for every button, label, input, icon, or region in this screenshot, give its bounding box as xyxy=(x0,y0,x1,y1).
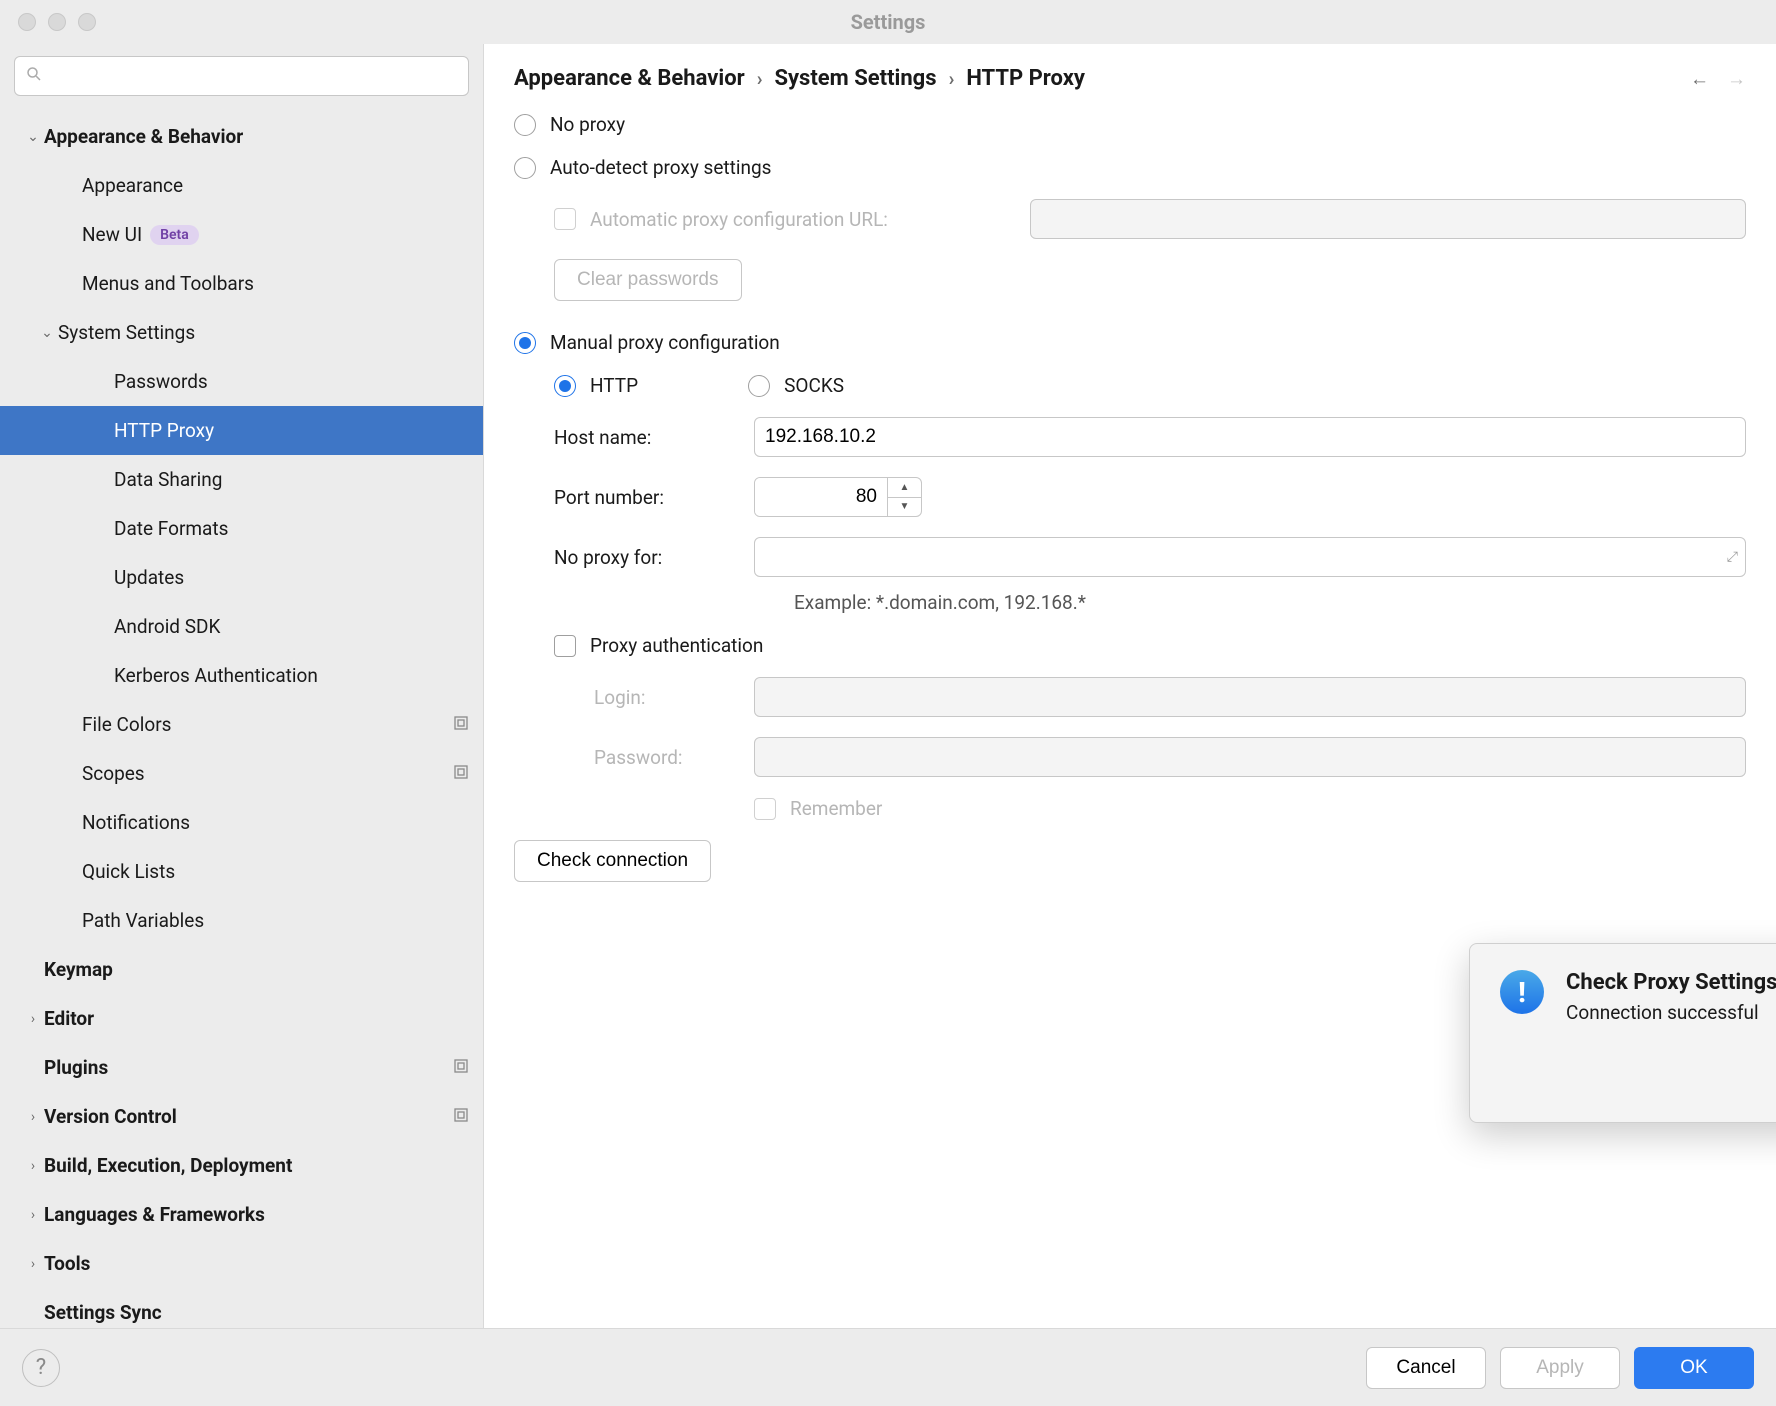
chevron-right-icon: › xyxy=(22,1207,44,1223)
chevron-down-icon: ⌄ xyxy=(36,325,58,341)
step-up-icon[interactable]: ▲ xyxy=(888,478,921,498)
tree-kerberos[interactable]: Kerberos Authentication xyxy=(0,651,483,700)
tree-settings-sync[interactable]: Settings Sync xyxy=(0,1288,483,1328)
tree-appearance-behavior[interactable]: ⌄Appearance & Behavior xyxy=(0,112,483,161)
password-label: Password: xyxy=(594,746,754,769)
tree-languages[interactable]: ›Languages & Frameworks xyxy=(0,1190,483,1239)
apply-button: Apply xyxy=(1500,1347,1620,1389)
check-proxy-auth[interactable]: Proxy authentication xyxy=(554,634,1746,657)
tree-data-sharing[interactable]: Data Sharing xyxy=(0,455,483,504)
tree-scopes[interactable]: Scopes xyxy=(0,749,483,798)
settings-window: Settings ⌄Appearance & Behavior Appearan… xyxy=(0,0,1776,1406)
tree-path-variables[interactable]: Path Variables xyxy=(0,896,483,945)
noproxy-label: No proxy for: xyxy=(554,546,754,569)
tree-notifications[interactable]: Notifications xyxy=(0,798,483,847)
radio-auto-detect[interactable]: Auto-detect proxy settings xyxy=(514,156,1746,179)
settings-tree: ⌄Appearance & Behavior Appearance New UI… xyxy=(0,104,483,1328)
breadcrumb: Appearance & Behavior › System Settings … xyxy=(484,44,1776,111)
project-config-icon xyxy=(453,1107,469,1127)
tree-new-ui[interactable]: New UIBeta xyxy=(0,210,483,259)
step-down-icon[interactable]: ▼ xyxy=(888,498,921,517)
titlebar: Settings xyxy=(0,0,1776,44)
chevron-right-icon: › xyxy=(22,1158,44,1174)
port-label: Port number: xyxy=(554,486,754,509)
check-remember: Remember xyxy=(754,797,1746,820)
window-title: Settings xyxy=(0,10,1776,34)
dialog-message: Connection successful xyxy=(1566,1001,1776,1024)
noproxy-field[interactable] xyxy=(754,537,1746,577)
tree-date-formats[interactable]: Date Formats xyxy=(0,504,483,553)
tree-updates[interactable]: Updates xyxy=(0,553,483,602)
info-icon: ! xyxy=(1500,970,1544,1014)
auto-url-field xyxy=(1030,199,1746,239)
login-label: Login: xyxy=(594,686,754,709)
project-config-icon xyxy=(453,1058,469,1078)
help-button[interactable]: ? xyxy=(22,1349,60,1387)
crumb-1[interactable]: Appearance & Behavior xyxy=(514,66,745,91)
port-stepper[interactable]: ▲▼ xyxy=(754,477,922,517)
chevron-right-icon: › xyxy=(949,67,955,90)
host-field[interactable] xyxy=(754,417,1746,457)
search-input[interactable] xyxy=(14,56,469,96)
chevron-down-icon: ⌄ xyxy=(22,129,44,145)
tree-build[interactable]: ›Build, Execution, Deployment xyxy=(0,1141,483,1190)
radio-http[interactable]: HTTP xyxy=(554,374,638,397)
proxy-settings: No proxy Auto-detect proxy settings Auto… xyxy=(484,111,1776,1328)
chevron-right-icon: › xyxy=(22,1011,44,1027)
tree-tools[interactable]: ›Tools xyxy=(0,1239,483,1288)
project-config-icon xyxy=(453,764,469,784)
chevron-right-icon: › xyxy=(757,67,763,90)
sidebar: ⌄Appearance & Behavior Appearance New UI… xyxy=(0,44,484,1328)
ok-button[interactable]: OK xyxy=(1634,1347,1754,1389)
tree-menus-toolbars[interactable]: Menus and Toolbars xyxy=(0,259,483,308)
tree-editor[interactable]: ›Editor xyxy=(0,994,483,1043)
tree-quick-lists[interactable]: Quick Lists xyxy=(0,847,483,896)
radio-manual[interactable]: Manual proxy configuration xyxy=(514,331,1746,354)
expand-icon[interactable]: ⤢ xyxy=(1727,549,1738,565)
example-text: Example: *.domain.com, 192.168.* xyxy=(794,591,1746,614)
chevron-right-icon: › xyxy=(22,1109,44,1125)
tree-keymap[interactable]: Keymap xyxy=(0,945,483,994)
tree-passwords[interactable]: Passwords xyxy=(0,357,483,406)
tree-file-colors[interactable]: File Colors xyxy=(0,700,483,749)
radio-socks[interactable]: SOCKS xyxy=(748,374,844,397)
host-label: Host name: xyxy=(554,426,754,449)
clear-passwords-button: Clear passwords xyxy=(554,259,742,301)
main-panel: Appearance & Behavior › System Settings … xyxy=(484,44,1776,1328)
dialog-title: Check Proxy Settings xyxy=(1566,970,1776,995)
tree-version-control[interactable]: ›Version Control xyxy=(0,1092,483,1141)
back-icon[interactable]: ← xyxy=(1690,67,1709,91)
project-config-icon xyxy=(453,715,469,735)
crumb-2[interactable]: System Settings xyxy=(774,66,936,91)
chevron-right-icon: › xyxy=(22,1256,44,1272)
search-icon xyxy=(25,65,43,88)
crumb-3: HTTP Proxy xyxy=(966,66,1085,91)
beta-badge: Beta xyxy=(150,225,199,245)
port-field[interactable] xyxy=(755,478,887,516)
search-field[interactable] xyxy=(49,65,458,88)
tree-http-proxy[interactable]: HTTP Proxy xyxy=(0,406,483,455)
password-field xyxy=(754,737,1746,777)
radio-no-proxy[interactable]: No proxy xyxy=(514,113,1746,136)
tree-appearance[interactable]: Appearance xyxy=(0,161,483,210)
tree-plugins[interactable]: Plugins xyxy=(0,1043,483,1092)
cancel-button[interactable]: Cancel xyxy=(1366,1347,1486,1389)
footer: ? Cancel Apply OK xyxy=(0,1328,1776,1406)
check-proxy-dialog: ! Check Proxy Settings Connection succes… xyxy=(1469,943,1776,1123)
check-auto-url: Automatic proxy configuration URL: xyxy=(554,199,1746,239)
tree-system-settings[interactable]: ⌄System Settings xyxy=(0,308,483,357)
tree-android-sdk[interactable]: Android SDK xyxy=(0,602,483,651)
login-field xyxy=(754,677,1746,717)
check-connection-button[interactable]: Check connection xyxy=(514,840,711,882)
forward-icon: → xyxy=(1727,67,1746,91)
